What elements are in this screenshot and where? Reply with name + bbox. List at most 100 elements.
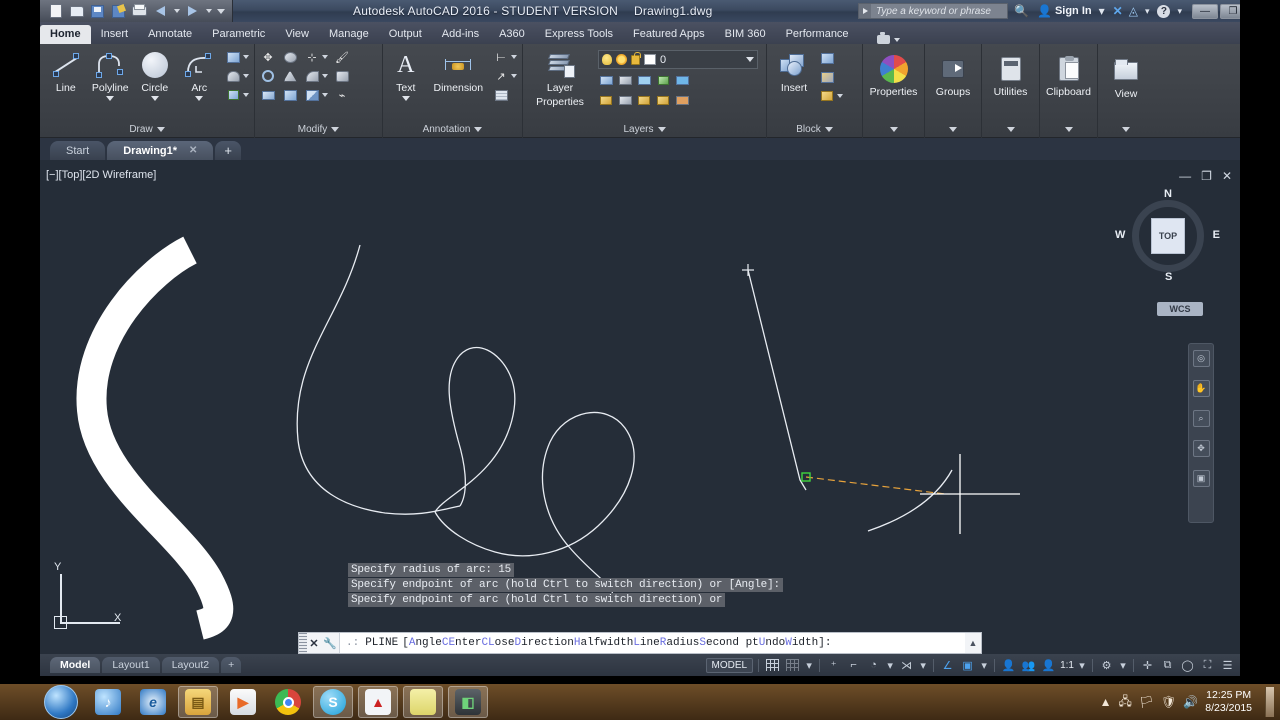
region-dropdown-icon[interactable] [243, 93, 249, 97]
taskbar-app-camtasia[interactable]: ◧ [448, 686, 488, 718]
customize-qat-icon[interactable] [215, 3, 226, 20]
viewcube-west-label[interactable]: W [1115, 229, 1125, 241]
pan-icon[interactable]: ✋ [1192, 380, 1210, 397]
ribbon-tab-parametric[interactable]: Parametric [202, 25, 275, 44]
exchange-apps-icon[interactable]: ✕ [1113, 4, 1123, 18]
ribbon-tab-insert[interactable]: Insert [91, 25, 139, 44]
model-space-toggle[interactable]: MODEL [705, 657, 754, 673]
trim-dropdown-icon[interactable] [322, 55, 328, 59]
tool-arc[interactable]: Arc [179, 48, 221, 101]
layer-color-swatch[interactable] [644, 54, 656, 65]
chevron-down-icon[interactable] [331, 127, 340, 132]
layer-delete-icon[interactable] [674, 92, 690, 108]
layout-tab-model[interactable]: Model [50, 657, 101, 673]
viewcube-top-face[interactable]: TOP [1151, 218, 1185, 254]
snap-mode-icon[interactable] [784, 658, 801, 673]
redo-icon[interactable] [183, 3, 202, 20]
option-key[interactable]: W [785, 637, 792, 649]
start-button[interactable] [44, 685, 78, 719]
taskbar-app-file-explorer[interactable]: ▤ [178, 686, 218, 718]
command-line-close-icon[interactable]: ✕ [307, 637, 321, 650]
panel-block-title[interactable]: Block [767, 121, 862, 138]
annotation-scale-person-icon[interactable]: 👤 [1040, 658, 1057, 673]
infer-constraints-icon[interactable]: ⁺ [825, 658, 842, 673]
signin-dropdown-icon[interactable]: ▾ [1099, 4, 1105, 18]
chevron-down-icon[interactable] [746, 57, 754, 62]
command-history-expand-icon[interactable]: ▲ [965, 638, 981, 648]
taskbar-app-windows-media-player[interactable]: ♪ [88, 686, 128, 718]
volume-icon[interactable]: 🔊 [1183, 695, 1198, 709]
new-file-tab-button[interactable]: + [215, 141, 242, 160]
a360-dropdown-icon[interactable]: ▾ [1145, 6, 1150, 17]
plot-icon[interactable] [130, 3, 149, 20]
ribbon-tab-manage[interactable]: Manage [319, 25, 379, 44]
close-icon[interactable]: ✕ [189, 145, 197, 156]
fillet-icon[interactable] [304, 68, 320, 84]
panel-properties-expand[interactable] [863, 121, 924, 138]
file-tab-drawing1[interactable]: Drawing1* ✕ [107, 141, 214, 160]
isolate-objects-icon[interactable]: ⧉ [1159, 658, 1176, 673]
ribbon-tab-view[interactable]: View [275, 25, 319, 44]
tool-circle[interactable]: Circle [134, 48, 176, 101]
help-dropdown-icon[interactable]: ▾ [1177, 6, 1182, 17]
rotate-icon[interactable] [282, 49, 298, 65]
user-avatar-icon[interactable]: 👤 [1037, 4, 1052, 18]
wrench-icon[interactable]: 🔧 [321, 637, 339, 650]
ucs-selector[interactable]: WCS [1157, 302, 1203, 316]
chevron-down-icon[interactable] [474, 127, 483, 132]
tool-groups[interactable]: Groups [930, 52, 976, 98]
layer-thaw-icon[interactable] [616, 54, 627, 65]
ribbon-tab-performance[interactable]: Performance [776, 25, 859, 44]
taskbar-app-media-player[interactable]: ▶ [223, 686, 263, 718]
redo-dropdown-icon[interactable] [204, 3, 213, 20]
chevron-down-icon[interactable] [824, 127, 833, 132]
edit-block-icon[interactable] [819, 69, 835, 85]
ribbon-tab-bim360[interactable]: BIM 360 [715, 25, 776, 44]
viewcube-north-label[interactable]: N [1164, 188, 1172, 200]
panel-annotation-title[interactable]: Annotation [383, 121, 522, 138]
layer-unlock-icon[interactable] [631, 51, 641, 65]
minimize-button[interactable]: — [1192, 3, 1218, 19]
tool-line[interactable]: Line [45, 48, 87, 94]
table-icon[interactable] [493, 87, 509, 103]
region-icon[interactable] [225, 87, 241, 103]
ribbon-tab-annotate[interactable]: Annotate [138, 25, 202, 44]
chevron-down-icon[interactable] [1006, 127, 1015, 132]
drawing-canvas[interactable]: [−][Top][2D Wireframe] — ❐ ✕ TOP N S W E… [40, 160, 1240, 654]
explode-icon[interactable] [334, 68, 350, 84]
layout-tab-layout1[interactable]: Layout1 [102, 657, 160, 673]
leader-dropdown-icon[interactable] [511, 74, 517, 78]
trim-icon[interactable]: ⊹ [304, 49, 320, 65]
layer-turn-on-icon[interactable] [636, 92, 652, 108]
object-snap-icon[interactable]: ⋊ [898, 658, 915, 673]
new-file-icon[interactable] [46, 3, 65, 20]
save-icon[interactable] [88, 3, 107, 20]
panel-draw-title[interactable]: Draw [40, 121, 254, 138]
view-cube[interactable]: TOP N S W E [1115, 188, 1220, 283]
taskbar-app-google-chrome[interactable] [268, 686, 308, 718]
panel-clipboard-expand[interactable] [1040, 121, 1097, 138]
tool-clipboard[interactable]: Clipboard [1045, 52, 1092, 98]
search-expand-icon[interactable] [859, 4, 872, 18]
rectangle-dropdown-icon[interactable] [243, 55, 249, 59]
chevron-down-icon[interactable] [657, 127, 666, 132]
chevron-down-icon[interactable] [949, 127, 957, 132]
autodesk-a360-icon[interactable]: ◬ [1129, 4, 1138, 18]
annotation-scale-value[interactable]: 1:1 [1060, 660, 1074, 671]
option-key[interactable]: CE [442, 637, 455, 649]
chevron-down-icon[interactable] [1064, 127, 1073, 132]
scale-dropdown-icon[interactable]: ▾ [1077, 658, 1087, 673]
network-icon[interactable]: 🖧 [1118, 692, 1131, 713]
ribbon-tab-output[interactable]: Output [379, 25, 432, 44]
annotation-visibility-icon[interactable]: 👤 [1000, 658, 1017, 673]
offset-icon[interactable]: ⌁ [334, 87, 350, 103]
layer-previous-icon[interactable] [617, 92, 633, 108]
customization-icon[interactable]: ☰ [1219, 658, 1236, 673]
command-input[interactable]: .: PLINE [ Angle CEnter CLose Direction … [339, 633, 965, 653]
dimension-style-icon[interactable]: ⊢ [493, 49, 509, 65]
taskbar-clock[interactable]: 12:25 PM 8/23/2015 [1205, 689, 1258, 715]
dimstyle-dropdown-icon[interactable] [511, 55, 517, 59]
autoscale-icon[interactable]: 👥 [1020, 658, 1037, 673]
new-layout-button[interactable]: + [221, 657, 242, 673]
command-line[interactable]: ✕ 🔧 .: PLINE [ Angle CEnter CLose Direct… [298, 632, 982, 654]
